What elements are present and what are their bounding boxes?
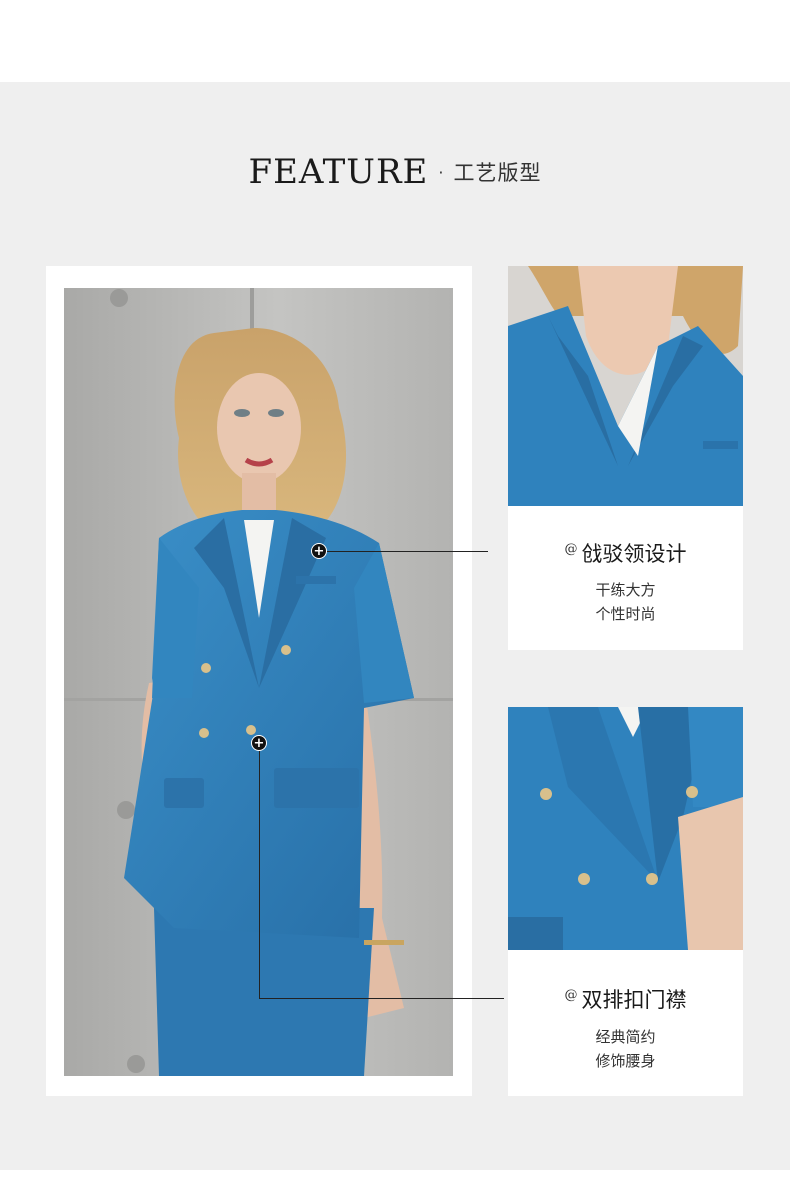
feature-title-text: 双排扣门襟	[581, 988, 687, 1012]
feature-desc-lapel: 干练大方 个性时尚	[508, 578, 743, 626]
button-detail-photo	[508, 707, 743, 950]
feature-desc-line: 经典简约	[595, 1028, 656, 1046]
button-leader-vertical	[259, 751, 260, 999]
heading-separator: ·	[438, 162, 444, 182]
heading-chinese: 工艺版型	[453, 161, 542, 185]
section-heading: FEATURE · 工艺版型	[0, 152, 790, 192]
button-leader-horizontal	[259, 998, 504, 999]
button-marker-plus-icon[interactable]: +	[251, 735, 267, 751]
feature-desc-buttons: 经典简约 修饰腰身	[508, 1025, 743, 1073]
feature-title-buttons: @ 双排扣门襟	[508, 984, 743, 1014]
lapel-detail-photo	[508, 266, 743, 506]
collar-marker-plus-icon[interactable]: +	[311, 543, 327, 559]
feature-card-lapel: @ 戗驳领设计 干练大方 个性时尚	[508, 266, 743, 650]
feature-desc-line: 个性时尚	[595, 605, 656, 623]
feature-card-buttons: @ 双排扣门襟 经典简约 修饰腰身	[508, 707, 743, 1096]
feature-title-lapel: @ 戗驳领设计	[508, 538, 743, 568]
feature-title-text: 戗驳领设计	[581, 542, 687, 566]
feature-prefix: @	[564, 542, 578, 557]
feature-desc-line: 干练大方	[595, 581, 656, 599]
feature-desc-line: 修饰腰身	[595, 1052, 656, 1070]
collar-leader-line	[327, 551, 488, 552]
feature-prefix: @	[564, 988, 578, 1003]
heading-english: FEATURE	[248, 152, 429, 192]
